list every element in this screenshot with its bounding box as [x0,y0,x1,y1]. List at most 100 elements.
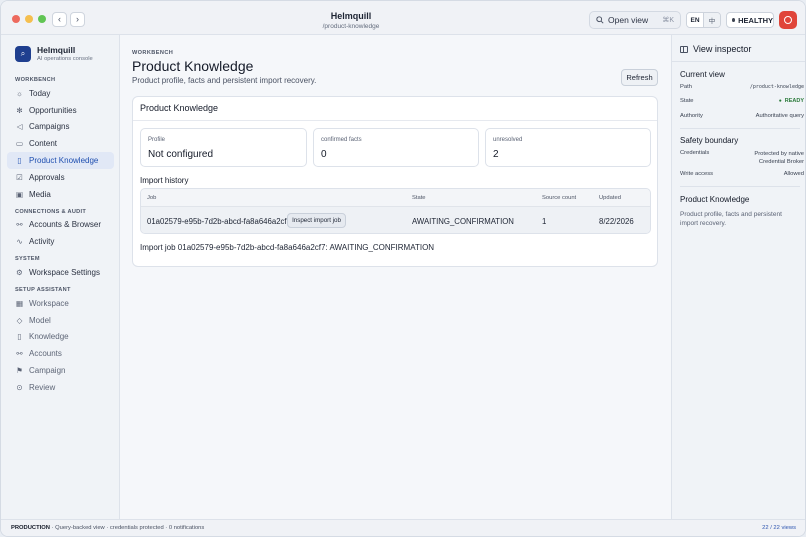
stat-label: unresolved [493,137,523,143]
kv-key: State [680,98,694,104]
kv-key: Credentials [680,150,710,156]
sidebar-item-label: Campaigns [29,122,70,132]
nav-section-system: SYSTEM [15,256,40,263]
status-bar: PRODUCTION · Query-backed view · credent… [1,519,805,536]
card-divider [133,120,657,121]
page-title: Product Knowledge [132,58,254,74]
pulse-icon: ∿ [16,237,23,247]
page-subtitle: Product profile, facts and persistent im… [132,76,317,85]
sidebar-item-approvals[interactable]: ☑ Approvals [1,169,114,186]
inspector-separator [680,186,800,187]
import-status-line: Import job 01a02579-e95b-7d2b-abcd-fa8a6… [140,243,435,252]
health-label: HEALTHY [738,15,773,25]
product-knowledge-card: Product Knowledge Profile Not configured… [132,96,658,267]
inspector-separator [680,128,800,129]
inspect-import-job-button[interactable]: Inspect import job [287,213,346,228]
job-id: 01a02579-e95b-7d2b-abcd-fa8a646a2cf7 [147,217,291,226]
import-history-heading: Import history [140,176,189,185]
stat-value: 0 [321,149,327,160]
forward-button[interactable]: › [70,12,85,27]
kv-value: /product-knowledge [749,84,804,90]
sidebar-item-label: Accounts & Browser [29,220,102,230]
check-square-icon: ☑ [16,172,23,182]
column-header-job: Job [147,195,157,201]
stat-confirmed-facts: confirmed facts 0 [313,128,479,167]
close-window-button[interactable] [12,15,20,23]
sidebar-item-setup-campaign[interactable]: ⚑ Campaign [1,362,114,379]
refresh-button[interactable]: Refresh [621,69,658,86]
lang-en-button[interactable]: EN [687,13,704,27]
current-path: /product-knowledge [322,23,380,30]
brand: ⌕ Helmquill AI operations console [15,45,93,62]
stat-label: Profile [148,137,166,143]
inspector-title: View inspector [693,44,752,54]
stat-profile: Profile Not configured [140,128,307,167]
power-button[interactable] [779,11,797,29]
title-bar: ‹ › Helmquill /product-knowledge Open vi… [1,1,805,35]
sidebar-item-setup-workspace[interactable]: ▦ Workspace [1,295,114,312]
chevron-left-icon: ‹ [58,14,61,24]
window-title: Helmquill /product-knowledge [301,11,401,30]
stat-value: 2 [493,149,499,160]
sidebar-item-activity[interactable]: ∿ Activity [1,233,114,250]
table-row: 01a02579-e95b-7d2b-abcd-fa8a646a2cf7 Ins… [141,207,650,233]
sidebar-item-today[interactable]: ☼ Today [1,85,114,102]
lang-zh-button[interactable]: 中 [704,13,720,27]
sidebar-item-label: Approvals [29,172,65,182]
sidebar-item-label: Campaign [29,366,66,376]
flag-icon: ⚑ [16,366,23,376]
sidebar-item-setup-knowledge[interactable]: ▯ Knowledge [1,329,114,346]
kv-value: Authoritative query [755,113,804,119]
inspector-divider [672,61,805,62]
sidebar-item-setup-accounts[interactable]: ⚯ Accounts [1,345,114,362]
nav-section-workbench: WORKBENCH [15,77,56,83]
sidebar: ⌕ Helmquill AI operations console WORKBE… [1,35,120,519]
sidebar-item-accounts-browser[interactable]: ⚯ Accounts & Browser [1,217,114,234]
sidebar-nav: WORKBENCH ☼ Today ✻ Opportunities ◁ Campaig… [1,75,120,396]
minimize-window-button[interactable] [25,15,33,23]
sidebar-item-campaigns[interactable]: ◁ Campaigns [1,119,114,136]
inspector-section-title: Product Knowledge [680,195,750,204]
page-eyebrow: WORKBENCH [132,50,174,56]
sidebar-item-content[interactable]: ▭ Content [1,135,114,152]
sidebar-item-setup-model[interactable]: ◇ Model [1,312,114,329]
stat-value: Not configured [148,149,214,160]
sidebar-item-label: Content [29,139,58,149]
sidebar-item-label: Media [29,189,51,199]
back-button[interactable]: ‹ [52,12,67,27]
column-header-source-count: Source count [542,195,577,201]
column-header-updated: Updated [599,195,621,201]
status-bar-info: PRODUCTION · Query-backed view · credent… [11,525,204,531]
sidebar-item-setup-review[interactable]: ⊙ Review [1,379,114,396]
sidebar-item-label: Model [29,315,51,325]
link-icon: ⚯ [16,349,23,359]
kv-credentials: Credentials Protected by native Credenti… [680,150,804,168]
status-dot-icon [732,18,736,22]
sidebar-item-opportunities[interactable]: ✻ Opportunities [1,102,114,119]
window-controls [12,15,46,23]
open-view-button[interactable]: Open view ⌘K [589,11,681,29]
maximize-window-button[interactable] [38,15,46,23]
stat-label: confirmed facts [321,137,362,143]
app-title: Helmquill [330,11,372,21]
sidebar-item-label: Opportunities [29,105,77,115]
book-icon: ▯ [17,156,22,166]
kv-key: Write access [680,171,714,177]
views-count-link[interactable]: 22 / 22 views [762,525,796,531]
safety-boundary-heading: Safety boundary [680,136,739,145]
brand-name: Helmquill [37,45,76,55]
power-icon [784,16,792,24]
check-circle-icon: ⊙ [16,382,23,392]
column-header-state: State [412,195,426,201]
sidebar-item-workspace-settings[interactable]: ⚙ Workspace Settings [1,264,114,281]
nav-section-connections: CONNECTIONS & AUDIT [15,208,87,215]
sidebar-item-product-knowledge[interactable]: ▯ Product Knowledge [7,152,114,169]
inspector-header: View inspector [680,44,751,54]
sidebar-item-media[interactable]: ▣ Media [1,186,114,203]
status-bar-text: · Query-backed view · credentials protec… [49,525,205,531]
sparkle-icon: ✻ [16,105,23,115]
health-status-badge[interactable]: HEALTHY [726,12,774,28]
app-window: ‹ › Helmquill /product-knowledge Open vi… [0,0,806,537]
nav-section-setup-assistant: SETUP ASSISTANT [15,286,71,293]
megaphone-icon: ◁ [16,122,23,132]
